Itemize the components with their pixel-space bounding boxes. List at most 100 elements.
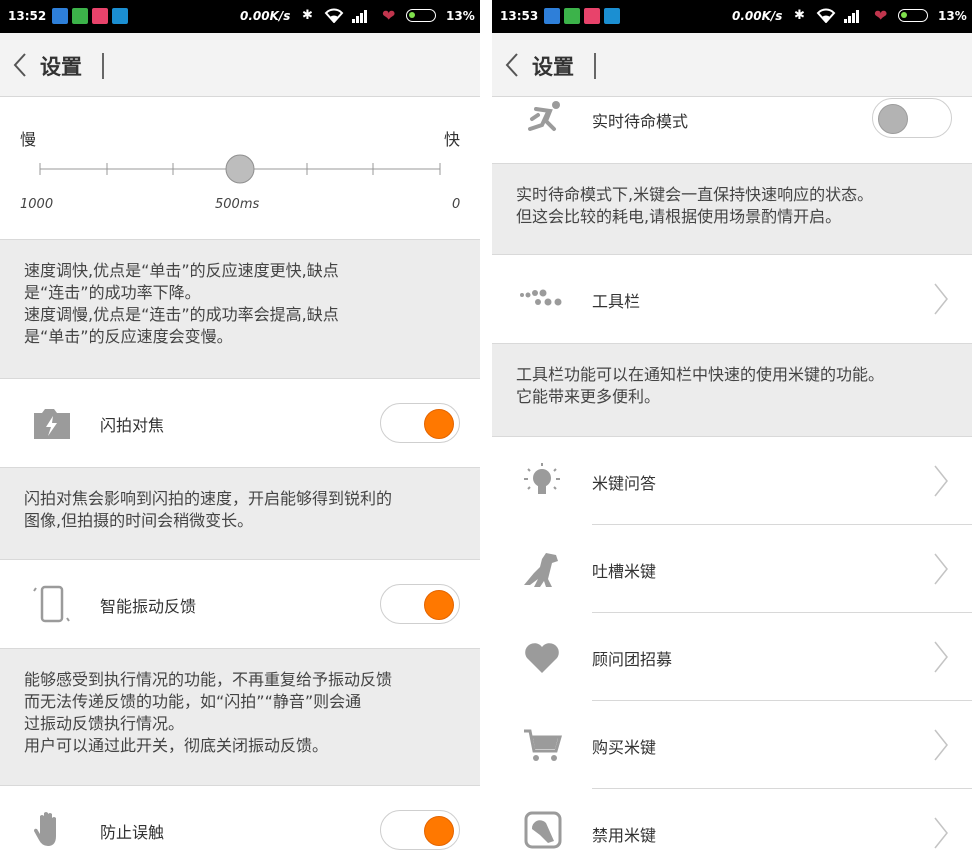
chevron-right-icon [934, 553, 948, 585]
mi-notification-icon [72, 8, 88, 24]
standby-label: 实时待命模式 [592, 112, 689, 131]
status-bar: 13:53 0.00K/s ✱ ❤ 13% [492, 0, 972, 33]
disable-key-icon [524, 811, 562, 849]
back-arrow-icon[interactable] [12, 51, 28, 79]
desc-line: 速度调快,优点是“单击”的反应速度更快,缺点 [24, 261, 339, 280]
bluetooth-icon: ✱ [794, 8, 805, 23]
flower-notification-icon [584, 8, 600, 24]
speed-slider-section: 慢 快 1000 500ms 0 [0, 97, 480, 239]
battery-percent: 13% [938, 9, 967, 23]
hand-icon [34, 812, 56, 846]
signal-icon [352, 9, 367, 23]
menu-item-buy[interactable]: 购买米键 [492, 701, 972, 789]
app-notification-icon [52, 8, 68, 24]
left-screen: 13:52 0.00K/s ✱ ❤ 13% 设置 慢 快 1000 500ms … [0, 0, 480, 853]
status-bar: 13:52 0.00K/s ✱ ❤ 13% [0, 0, 480, 33]
network-speed: 0.00K/s [732, 9, 783, 23]
standby-row: 实时待命模式 [492, 97, 972, 163]
dots-icon [520, 289, 562, 306]
play-notification-icon [112, 8, 128, 24]
status-time: 13:53 [500, 9, 539, 23]
menu-item-label: 吐槽米键 [592, 562, 657, 581]
back-arrow-icon[interactable] [504, 51, 520, 79]
desc-line: 但这会比较的耗电,请根据使用场景酌情开启。 [516, 207, 842, 226]
standby-description: 实时待命模式下,米键会一直保持快速响应的状态。 但这会比较的耗电,请根据使用场景… [492, 163, 972, 255]
menu-item-advisor[interactable]: 顾问团招募 [492, 613, 972, 701]
menu-item-feedback[interactable]: 吐槽米键 [492, 525, 972, 613]
lightbulb-icon [524, 463, 560, 494]
flash-focus-description: 闪拍对焦会影响到闪拍的速度，开启能够得到锐利的 图像,但拍摄的时间会稍微变长。 [0, 467, 480, 560]
heart-status-icon: ❤ [874, 6, 888, 25]
desc-line: 速度调慢,优点是“连击”的成功率会提高,缺点 [24, 305, 339, 324]
title-bar: 设置 [492, 33, 972, 97]
desc-line: 过振动反馈执行情况。 [24, 714, 185, 733]
desc-line: 是“连击”的成功率下降。 [24, 283, 201, 302]
battery-icon [406, 9, 436, 22]
flash-focus-toggle[interactable] [380, 403, 460, 443]
desc-line: 而无法传递反馈的功能，如“闪拍”“静音”则会通 [24, 692, 362, 711]
chevron-right-icon [934, 641, 948, 673]
flash-focus-row: 闪拍对焦 [0, 379, 480, 467]
desc-line: 工具栏功能可以在通知栏中快速的使用米键的功能。 [516, 365, 885, 384]
min-value-label: 1000 [20, 197, 54, 212]
vibration-toggle[interactable] [380, 584, 460, 624]
title-divider [594, 53, 596, 79]
menu-item-label: 顾问团招募 [592, 650, 673, 669]
speed-slider[interactable] [0, 97, 480, 239]
max-value-label: 0 [452, 197, 461, 212]
notification-icons [52, 8, 128, 24]
bluetooth-icon: ✱ [302, 8, 313, 23]
status-time: 13:52 [8, 9, 47, 23]
flash-camera-icon [34, 409, 70, 439]
desc-line: 图像,但拍摄的时间会稍微变长。 [24, 511, 254, 530]
page-title: 设置 [40, 55, 82, 79]
prevent-touch-row: 防止误触 [0, 786, 480, 853]
standby-toggle[interactable] [872, 98, 952, 138]
mi-notification-icon [564, 8, 580, 24]
desc-line: 用户可以通过此开关，彻底关闭振动反馈。 [24, 736, 329, 755]
menu-item-faq[interactable]: 米键问答 [492, 437, 972, 525]
chevron-right-icon [934, 283, 948, 315]
running-person-icon [528, 101, 560, 131]
mid-value-label: 500ms [215, 197, 260, 212]
menu-item-label: 禁用米键 [592, 826, 657, 845]
menu-item-label: 米键问答 [592, 474, 657, 493]
title-bar: 设置 [0, 33, 480, 97]
vibration-label: 智能振动反馈 [100, 597, 197, 616]
desc-line: 能够感受到执行情况的功能，不再重复给予振动反馈 [24, 670, 393, 689]
dinosaur-icon [524, 553, 558, 587]
speed-description: 速度调快,优点是“单击”的反应速度更快,缺点 是“连击”的成功率下降。 速度调慢… [0, 239, 480, 379]
heart-status-icon: ❤ [382, 6, 396, 25]
toolbar-label: 工具栏 [592, 292, 641, 311]
battery-percent: 13% [446, 9, 475, 23]
vibration-row: 智能振动反馈 [0, 560, 480, 648]
desc-line: 闪拍对焦会影响到闪拍的速度，开启能够得到锐利的 [24, 489, 393, 508]
wifi-icon [816, 8, 836, 23]
toolbar-description: 工具栏功能可以在通知栏中快速的使用米键的功能。 它能带来更多便利。 [492, 343, 972, 437]
vibration-description: 能够感受到执行情况的功能，不再重复给予振动反馈 而无法传递反馈的功能，如“闪拍”… [0, 648, 480, 786]
signal-icon [844, 9, 859, 23]
page-title: 设置 [532, 55, 574, 79]
desc-line: 它能带来更多便利。 [516, 387, 661, 406]
vibrating-phone-icon [33, 585, 70, 623]
desc-line: 是“单击”的反应速度会变慢。 [24, 327, 233, 346]
menu-item-disable[interactable]: 禁用米键 [492, 789, 972, 853]
cart-icon [524, 729, 562, 761]
slider-knob [225, 154, 255, 184]
chevron-right-icon [934, 729, 948, 761]
prevent-touch-label: 防止误触 [100, 823, 165, 842]
chevron-right-icon [934, 465, 948, 497]
app-notification-icon [544, 8, 560, 24]
toolbar-row[interactable]: 工具栏 [492, 255, 972, 343]
heart-icon [525, 643, 559, 673]
chevron-right-icon [934, 817, 948, 849]
prevent-touch-toggle[interactable] [380, 810, 460, 850]
flower-notification-icon [92, 8, 108, 24]
menu-item-label: 购买米键 [592, 738, 657, 757]
notification-icons [544, 8, 620, 24]
title-divider [102, 53, 104, 79]
wifi-icon [324, 8, 344, 23]
battery-icon [898, 9, 928, 22]
flash-focus-label: 闪拍对焦 [100, 416, 165, 435]
network-speed: 0.00K/s [240, 9, 291, 23]
